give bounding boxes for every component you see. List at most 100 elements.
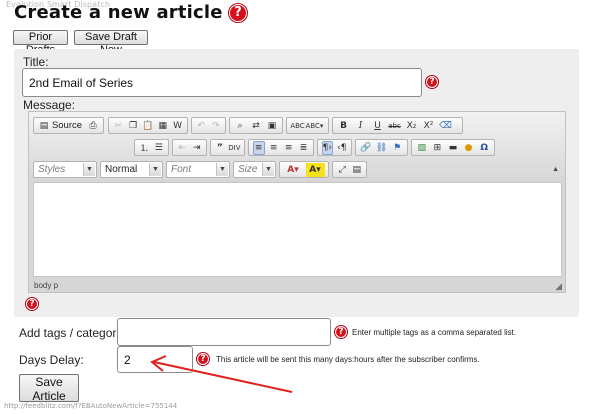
cut-icon[interactable]: ✂ [113, 119, 125, 133]
outdent-icon[interactable]: ⇤ [177, 141, 189, 155]
toolbar-group-spell: ABC ABC▾ [286, 117, 329, 134]
align-right-icon[interactable]: ≡ [283, 141, 295, 155]
font-dropdown-label: Font [171, 164, 192, 175]
find-icon[interactable]: ⌕ [234, 119, 247, 133]
save-draft-button[interactable]: Save Draft Now [74, 30, 148, 56]
status-url: http://feedblitz.com/f?EBAutoNewArticle=… [4, 402, 178, 410]
numbered-list-icon[interactable]: ⒈ [139, 141, 151, 155]
toolbar-group-undo: ↶ ↷ [191, 117, 226, 134]
toolbar-group-lists: ⒈ ☰ [134, 139, 169, 156]
replace-icon[interactable]: ⇄ [250, 119, 263, 133]
source-button-label[interactable]: Source [52, 120, 82, 131]
toolbar-collapse-icon[interactable]: ▲ [552, 166, 559, 173]
subscript-icon[interactable]: X₂ [405, 119, 419, 133]
rtl-icon[interactable]: ‹¶ [336, 141, 347, 155]
delay-label: Days Delay: [19, 353, 84, 367]
styles-dropdown-label: Styles [38, 164, 66, 175]
justify-icon[interactable]: ≣ [298, 141, 310, 155]
message-label: Message: [23, 98, 76, 112]
delay-hint: This article will be sent this many days… [216, 355, 480, 364]
prior-drafts-button[interactable]: Prior Drafts [13, 30, 68, 56]
days-delay-value: 2 [124, 352, 131, 367]
preview-icon[interactable]: ⎙ [87, 119, 100, 133]
toolbar-group-basic: B I U abc X₂ X² ⌫ [332, 117, 463, 134]
element-path[interactable]: body p [34, 281, 58, 290]
editor-toolbar: ▤ Source ⎙ ✂ ❐ 📋 ▦ W ↶ ↷ ⌕ ⇄ ▣ ABC ABC▾ … [29, 112, 565, 180]
toolbar-group-find: ⌕ ⇄ ▣ [229, 117, 283, 134]
align-center-icon[interactable]: ≡ [268, 141, 280, 155]
chevron-down-icon: ▼ [149, 163, 161, 176]
help-icon[interactable]: ? [229, 4, 248, 22]
toolbar-group-clipboard: ✂ ❐ 📋 ▦ W [108, 117, 188, 134]
ltr-icon[interactable]: ¶› [321, 140, 334, 155]
smiley-icon[interactable]: ● [462, 141, 475, 155]
help-icon[interactable]: ? [426, 76, 438, 88]
div-icon[interactable]: DIV [228, 141, 240, 155]
unlink-icon[interactable]: ⛓ [375, 141, 388, 155]
redo-icon[interactable]: ↷ [210, 119, 222, 133]
toolbar-group-links: 🔗 ⛓ ⚑ [355, 139, 408, 156]
paste-icon[interactable]: 📋 [142, 119, 154, 133]
toolbar-group-indent: ⇤ ⇥ [172, 139, 207, 156]
size-dropdown-label: Size [238, 164, 258, 175]
help-icon[interactable]: ? [26, 298, 38, 310]
rich-text-editor: ▤ Source ⎙ ✂ ❐ 📋 ▦ W ↶ ↷ ⌕ ⇄ ▣ ABC ABC▾ … [28, 111, 566, 293]
anchor-icon[interactable]: ⚑ [391, 141, 404, 155]
toolbar-group-tools: ⤢ ▤ [332, 161, 367, 178]
toolbar-group-blocks: ” DIV [210, 139, 245, 156]
toolbar-group-align: ≡ ≡ ≡ ≣ [248, 139, 314, 156]
toolbar-group-colors: A▾ A▾ [279, 161, 329, 178]
resize-handle-icon[interactable]: ◢ [555, 280, 562, 292]
link-icon[interactable]: 🔗 [360, 141, 373, 155]
superscript-icon[interactable]: X² [422, 119, 436, 133]
undo-icon[interactable]: ↶ [196, 119, 208, 133]
days-delay-input[interactable]: 2 [117, 346, 193, 373]
strikethrough-icon[interactable]: abc [388, 119, 402, 133]
background-color-icon[interactable]: A▾ [305, 162, 325, 177]
title-input[interactable]: 2nd Email of Series [22, 68, 422, 97]
italic-icon[interactable]: I [354, 119, 368, 133]
toolbar-group-insert: ▨ ⊞ ▬ ● Ω [411, 139, 495, 156]
bulleted-list-icon[interactable]: ☰ [153, 141, 165, 155]
toolbar-group-document: ▤ Source ⎙ [33, 117, 104, 134]
editor-status-bar: body p ◢ [29, 280, 565, 292]
paste-text-icon[interactable]: ▦ [157, 119, 169, 133]
editor-content-area[interactable] [33, 182, 562, 277]
table-icon[interactable]: ⊞ [431, 141, 444, 155]
source-icon[interactable]: ▤ [38, 119, 51, 133]
blockquote-icon[interactable]: ” [215, 141, 226, 155]
select-all-icon[interactable]: ▣ [266, 119, 279, 133]
show-blocks-icon[interactable]: ▤ [351, 163, 363, 177]
font-dropdown[interactable]: Font ▼ [166, 161, 230, 178]
spellcheck-dropdown-icon[interactable]: ABC▾ [306, 119, 324, 133]
format-dropdown[interactable]: Normal ▼ [100, 161, 163, 178]
copy-icon[interactable]: ❐ [127, 119, 139, 133]
chevron-down-icon: ▼ [83, 163, 95, 176]
remove-format-icon[interactable]: ⌫ [439, 119, 453, 133]
save-article-button[interactable]: Save Article [19, 374, 79, 403]
page-title: Create a new article ? [14, 2, 248, 23]
paste-word-icon[interactable]: W [172, 119, 184, 133]
chevron-down-icon: ▼ [262, 163, 274, 176]
indent-icon[interactable]: ⇥ [191, 141, 203, 155]
tags-hint: Enter multiple tags as a comma separated… [352, 328, 517, 337]
text-color-icon[interactable]: A▾ [284, 163, 303, 177]
chevron-down-icon: ▼ [216, 163, 228, 176]
styles-dropdown[interactable]: Styles ▼ [33, 161, 97, 178]
align-left-icon[interactable]: ≡ [252, 140, 265, 155]
horizontal-line-icon[interactable]: ▬ [447, 141, 460, 155]
spellcheck-icon[interactable]: ABC [290, 119, 304, 133]
format-dropdown-label: Normal [105, 164, 138, 175]
title-input-value: 2nd Email of Series [29, 75, 134, 90]
page-title-text: Create a new article [14, 2, 223, 23]
bold-icon[interactable]: B [337, 119, 351, 133]
maximize-icon[interactable]: ⤢ [337, 163, 349, 177]
help-icon[interactable]: ? [197, 353, 209, 365]
title-label: Title: [23, 55, 49, 69]
special-char-icon[interactable]: Ω [478, 141, 491, 155]
underline-icon[interactable]: U [371, 119, 385, 133]
help-icon[interactable]: ? [335, 326, 347, 338]
size-dropdown[interactable]: Size ▼ [233, 161, 276, 178]
tags-input[interactable] [117, 318, 331, 346]
image-icon[interactable]: ▨ [416, 141, 429, 155]
